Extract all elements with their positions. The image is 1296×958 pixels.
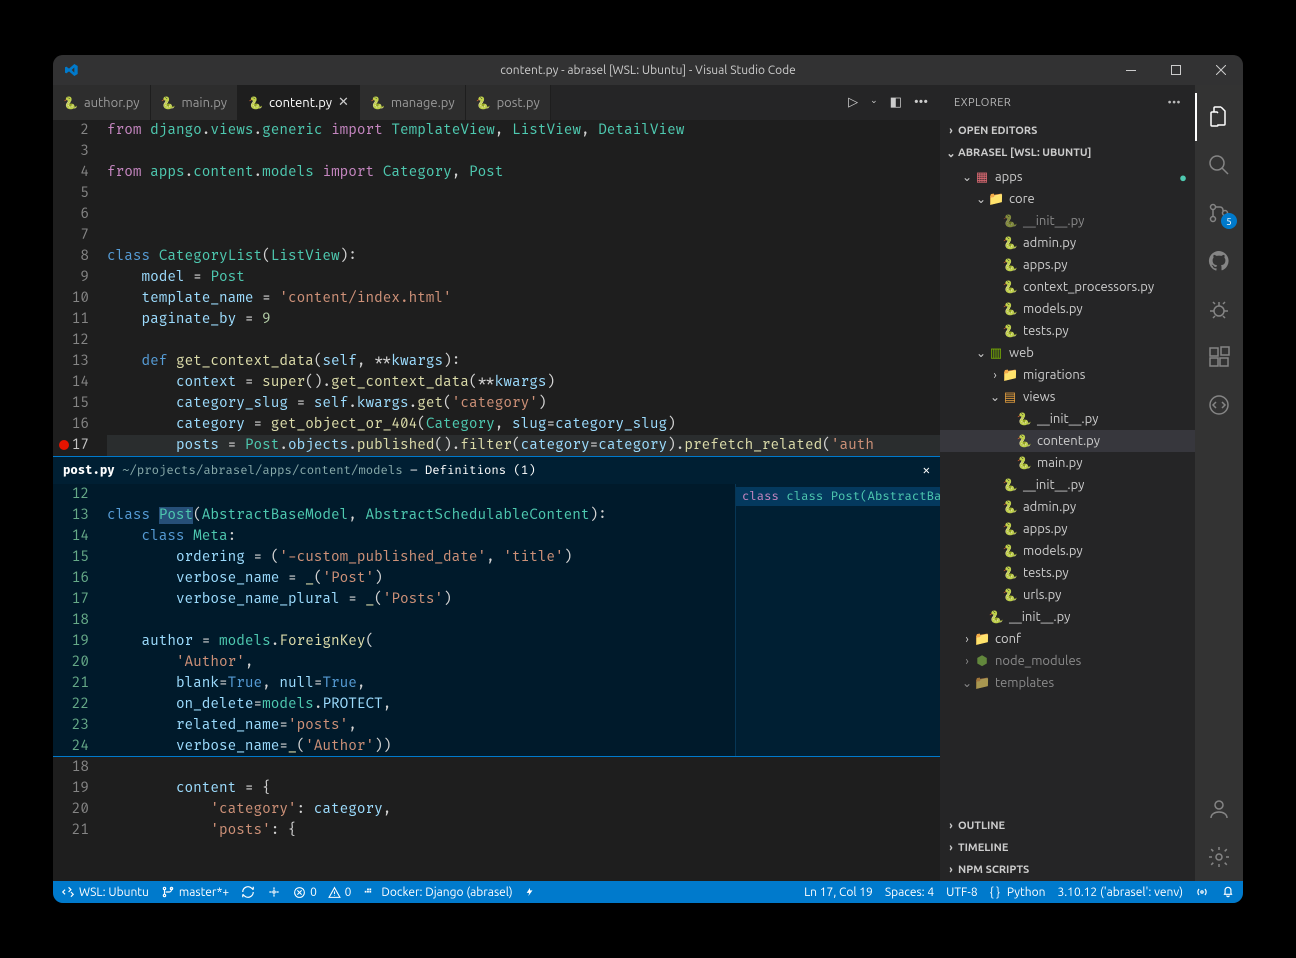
tree-item[interactable]: 🐍__init__.py [940, 408, 1195, 430]
scm-badge: 5 [1221, 213, 1237, 229]
tree-item[interactable]: ⌄▦apps● [940, 166, 1195, 188]
python-icon: 🐍 [63, 96, 78, 110]
activity-remote-icon[interactable] [1195, 381, 1243, 429]
minimize-button[interactable] [1108, 55, 1153, 85]
status-live-icon[interactable] [525, 885, 535, 899]
peek-close-icon[interactable]: ✕ [923, 463, 930, 478]
tree-item[interactable]: 🐍context_processors.py [940, 276, 1195, 298]
split-editor-icon[interactable]: ◧ [890, 95, 902, 110]
tree-item[interactable]: ›📁conf [940, 628, 1195, 650]
tree-item[interactable]: 🐍__init__.py [940, 606, 1195, 628]
peek-filename: post.py [63, 463, 115, 478]
tab-post-py[interactable]: 🐍post.py [466, 85, 551, 120]
window-title: content.py - abrasel [WSL: Ubuntu] - Vis… [500, 64, 796, 77]
status-spaces[interactable]: Spaces: 4 [885, 886, 934, 899]
peek-defs-label: Definitions (1) [425, 463, 536, 478]
activity-bar: 5 [1195, 85, 1243, 881]
tree-item[interactable]: 🐍apps.py [940, 254, 1195, 276]
status-bell-icon[interactable] [1221, 885, 1235, 899]
status-cursor[interactable]: Ln 17, Col 19 [804, 886, 873, 899]
tree-item[interactable]: ⌄▤views [940, 386, 1195, 408]
close-button[interactable] [1198, 55, 1243, 85]
tree-item[interactable]: 🐍tests.py [940, 562, 1195, 584]
statusbar: WSL: Ubuntu master*+ 0 0 Docker: Django … [53, 881, 1243, 903]
section-npm[interactable]: ›NPM SCRIPTS [940, 859, 1195, 881]
tree-item[interactable]: 🐍urls.py [940, 584, 1195, 606]
activity-extensions-icon[interactable] [1195, 333, 1243, 381]
status-branch[interactable]: master*+ [161, 885, 229, 899]
tree-item[interactable]: 🐍__init__.py [940, 474, 1195, 496]
status-ports-icon[interactable] [267, 885, 281, 899]
tree-item[interactable]: ⌄📁core [940, 188, 1195, 210]
tree-item[interactable]: 🐍apps.py [940, 518, 1195, 540]
python-icon: 🐍 [476, 96, 491, 110]
sidebar-title: EXPLORER [954, 97, 1011, 109]
tab-manage-py[interactable]: 🐍manage.py [360, 85, 466, 120]
tree-item[interactable]: 🐍admin.py [940, 232, 1195, 254]
tree-item[interactable]: ⌄📁templates [940, 672, 1195, 694]
activity-settings-icon[interactable] [1195, 833, 1243, 881]
status-problems[interactable]: 0 0 [293, 886, 351, 899]
status-docker[interactable]: Docker: Django (abrasel) [363, 885, 512, 899]
sidebar: EXPLORER ••• ›OPEN EDITORS ⌄ABRASEL [WSL… [940, 85, 1195, 881]
activity-explorer-icon[interactable] [1195, 93, 1243, 141]
vscode-logo-icon [63, 62, 79, 78]
peek-ref-item[interactable]: class Post(AbstractBaseM [786, 489, 940, 504]
tree-item[interactable]: 🐍__init__.py [940, 210, 1195, 232]
window: content.py - abrasel [WSL: Ubuntu] - Vis… [53, 55, 1243, 903]
status-remote[interactable]: WSL: Ubuntu [61, 885, 149, 899]
python-icon: 🐍 [370, 96, 385, 110]
activity-debug-icon[interactable] [1195, 285, 1243, 333]
editor-region: 🐍author.py🐍main.py🐍content.py✕🐍manage.py… [53, 85, 940, 881]
tab-author-py[interactable]: 🐍author.py [53, 85, 151, 120]
close-icon[interactable]: ✕ [338, 95, 349, 110]
status-golive-icon[interactable] [1195, 885, 1209, 899]
tab-main-py[interactable]: 🐍main.py [151, 85, 238, 120]
tree-item[interactable]: 🐍content.py [940, 430, 1195, 452]
sidebar-more-icon[interactable]: ••• [1168, 97, 1181, 109]
activity-scm-icon[interactable]: 5 [1195, 189, 1243, 237]
more-actions-icon[interactable]: ••• [914, 95, 928, 110]
tree-item[interactable]: 🐍models.py [940, 298, 1195, 320]
status-lang[interactable]: { } Python [990, 886, 1046, 899]
peek-body[interactable]: 1213141516171819202122232425 class Post(… [53, 484, 940, 757]
status-interpreter[interactable]: 3.10.12 ('abrasel': venv) [1057, 886, 1183, 899]
activity-account-icon[interactable] [1195, 785, 1243, 833]
tab-content-py[interactable]: 🐍content.py✕ [238, 85, 360, 120]
tree-item[interactable]: 🐍main.py [940, 452, 1195, 474]
peek-path: ~/projects/abrasel/apps/content/models [122, 463, 403, 478]
run-dropdown-icon[interactable]: ⌄ [870, 95, 878, 110]
titlebar: content.py - abrasel [WSL: Ubuntu] - Vis… [53, 55, 1243, 85]
activity-search-icon[interactable] [1195, 141, 1243, 189]
editor-body[interactable]: 234567891011121314151617from django.view… [53, 120, 940, 881]
file-tree[interactable]: ⌄▦apps●⌄📁core🐍__init__.py🐍admin.py🐍apps.… [940, 164, 1195, 815]
tree-item[interactable]: 🐍models.py [940, 540, 1195, 562]
status-encoding[interactable]: UTF-8 [946, 886, 977, 899]
activity-github-icon[interactable] [1195, 237, 1243, 285]
python-icon: 🐍 [161, 96, 176, 110]
tabs-bar: 🐍author.py🐍main.py🐍content.py✕🐍manage.py… [53, 85, 940, 120]
maximize-button[interactable] [1153, 55, 1198, 85]
section-open-editors[interactable]: ›OPEN EDITORS [940, 120, 1195, 142]
tree-item[interactable]: 🐍tests.py [940, 320, 1195, 342]
python-icon: 🐍 [248, 96, 263, 110]
tree-item[interactable]: ⌄▥web [940, 342, 1195, 364]
run-icon[interactable]: ▷ [848, 95, 858, 110]
status-sync-icon[interactable] [241, 885, 255, 899]
tree-item[interactable]: 🐍admin.py [940, 496, 1195, 518]
section-timeline[interactable]: ›TIMELINE [940, 837, 1195, 859]
section-project[interactable]: ⌄ABRASEL [WSL: UBUNTU] [940, 142, 1195, 164]
tree-item[interactable]: ›⬢node_modules [940, 650, 1195, 672]
tree-item[interactable]: ›📁migrations [940, 364, 1195, 386]
section-outline[interactable]: ›OUTLINE [940, 815, 1195, 837]
peek-header: post.py ~/projects/abrasel/apps/content/… [53, 456, 940, 484]
peek-references[interactable]: class class Post(AbstractBaseM [735, 484, 940, 756]
